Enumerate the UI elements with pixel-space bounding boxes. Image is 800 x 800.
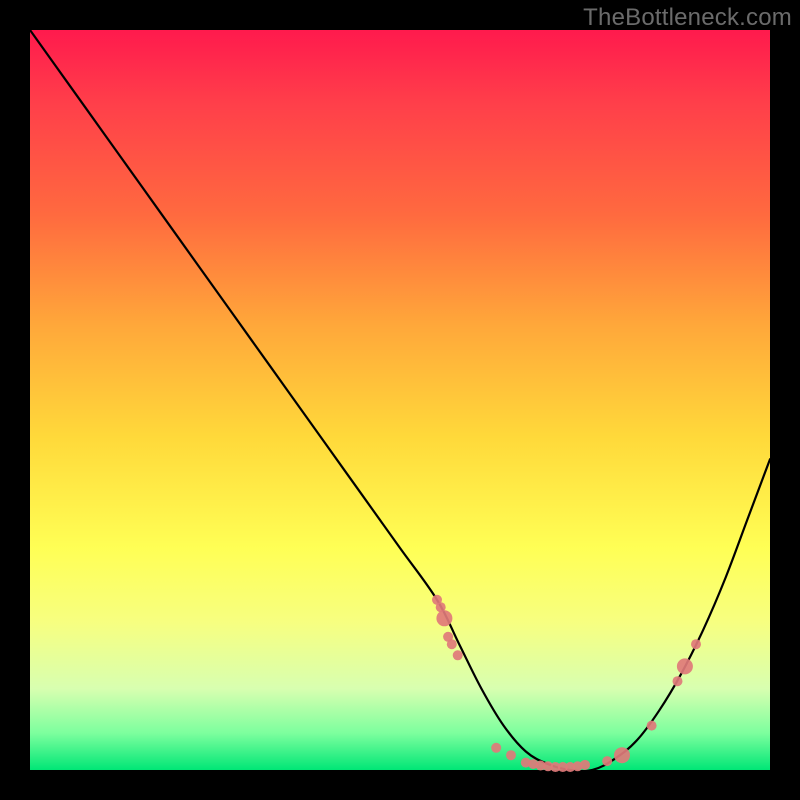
datapoint-marker [447,639,457,649]
chart-frame: TheBottleneck.com [0,0,800,800]
datapoint-markers [432,595,701,772]
datapoint-marker [677,658,693,674]
datapoint-marker [506,750,516,760]
datapoint-marker [602,756,612,766]
datapoint-marker [580,760,590,770]
datapoint-marker [673,676,683,686]
datapoint-marker [691,639,701,649]
bottleneck-curve [30,30,770,771]
datapoint-marker [614,747,630,763]
datapoint-marker [436,610,452,626]
datapoint-marker [491,743,501,753]
datapoint-marker [453,650,463,660]
chart-svg [30,30,770,770]
watermark-text: TheBottleneck.com [583,4,792,32]
datapoint-marker [647,721,657,731]
